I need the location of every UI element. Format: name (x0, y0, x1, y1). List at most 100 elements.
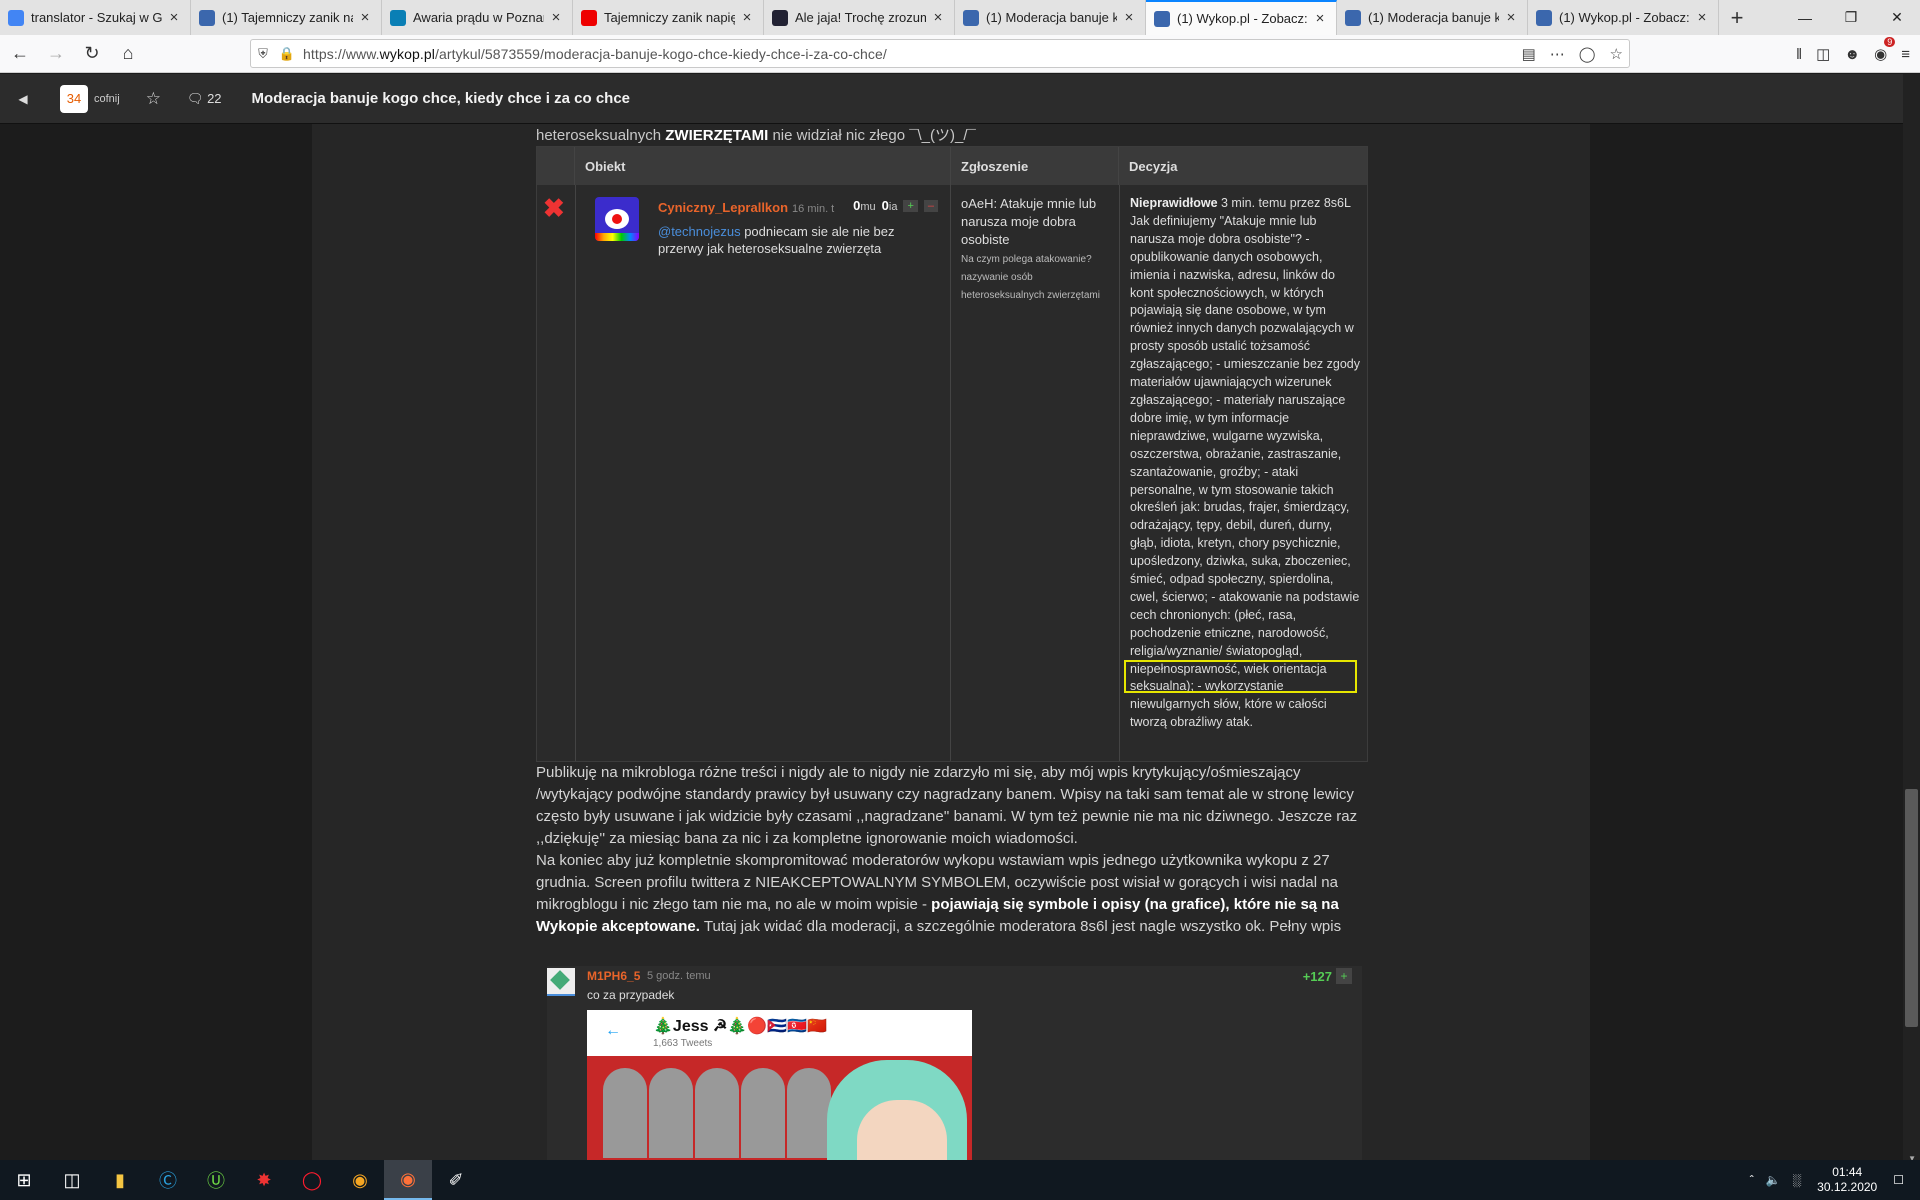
column-decision: Decyzja (1118, 147, 1367, 185)
browser-tab[interactable]: (1) Moderacja banuje ko × (955, 0, 1146, 35)
decision-meta: 3 min. temu przez 8s6L (1217, 196, 1351, 210)
ccleaner-icon[interactable]: Ⓒ (144, 1160, 192, 1200)
vote-box[interactable]: 34 cofnij (60, 84, 120, 113)
library-icon[interactable]: ‖ (1796, 46, 1802, 63)
upwork-icon[interactable]: Ⓤ (192, 1160, 240, 1200)
comments-count-value: 22 (207, 90, 222, 106)
tab-strip: translator - Szukaj w Goo×(1) Tajemniczy… (0, 0, 1920, 35)
sidebar-icon[interactable]: ◫ (1816, 45, 1830, 63)
browser-tab[interactable]: (1) Tajemniczy zanik nap × (191, 0, 382, 35)
browser-tab[interactable]: translator - Szukaj w Goo × (0, 0, 191, 35)
url-bar[interactable]: ⛨ 🔒 https://www.wykop.pl/artykul/5873559… (250, 39, 1630, 68)
reload-button[interactable]: ↻ (76, 38, 108, 70)
windows-start-icon[interactable]: ⊞ (0, 1160, 48, 1200)
extension-icon[interactable]: ◉ 9 (1874, 37, 1896, 63)
entry-time: 16 min. t (792, 203, 835, 215)
browser-tab[interactable]: (1) Wykop.pl - Zobacz: N × (1146, 0, 1337, 35)
embed-author[interactable]: M1PH6_5 (587, 969, 640, 983)
paint-icon[interactable]: ✐ (432, 1160, 480, 1200)
plus-icon: + (903, 199, 918, 212)
comments-count[interactable]: 🗨 22 (187, 91, 222, 107)
vpn-icon[interactable]: ◉ (336, 1160, 384, 1200)
tab-label: Awaria prądu w Poznani (413, 10, 544, 25)
new-tab-button[interactable]: + (1719, 0, 1755, 35)
decision-status: Nieprawidłowe (1130, 196, 1218, 210)
close-tab-icon[interactable]: × (930, 9, 946, 26)
table-row: ✖ Cyniczny_Leprallkon 16 min. t 0mu 0ia +… (537, 185, 1367, 761)
network-icon[interactable]: ░ (1793, 1173, 1802, 1187)
minus-icon: – (923, 199, 938, 212)
pocket-icon[interactable]: ◯ (1579, 45, 1596, 63)
account-icon[interactable]: ☻ (1844, 46, 1860, 63)
clock-date: 30.12.2020 (1817, 1180, 1878, 1194)
decision-text: Jak definiujemy "Atakuje mnie lub narusz… (1130, 213, 1360, 730)
tray-chevron-icon[interactable]: ˆ (1750, 1173, 1754, 1187)
close-tab-icon[interactable]: × (357, 9, 373, 26)
browser-tab[interactable]: Tajemniczy zanik napięci × (573, 0, 764, 35)
close-tab-icon[interactable]: × (166, 9, 182, 26)
embedded-entry: M1PH6_5 5 godz. temu +127 + co za przypa… (547, 966, 1362, 1160)
opera-icon[interactable]: ◯ (288, 1160, 336, 1200)
lock-icon[interactable]: 🔒 (275, 46, 299, 62)
forward-button[interactable]: → (40, 38, 72, 70)
window-controls: — ❐ ✕ (1782, 0, 1920, 35)
close-tab-icon[interactable]: × (548, 9, 564, 26)
news-icon (390, 9, 406, 26)
browser-tab[interactable]: Ale jaja! Trochę zrozumie × (764, 0, 955, 35)
back-arrow-icon[interactable]: ◀ (0, 92, 46, 106)
embed-time: 5 godz. temu (647, 970, 711, 982)
page-actions-icon[interactable]: ⋯ (1550, 45, 1565, 63)
lead-text: heteroseksualnych ZWIERZĘTAMI nie widzia… (536, 127, 976, 144)
home-button[interactable]: ⌂ (112, 38, 144, 70)
tab-label: (1) Tajemniczy zanik nap (222, 10, 353, 25)
entry-author[interactable]: Cyniczny_Leprallkon (658, 200, 788, 215)
minimize-icon[interactable]: — (1782, 0, 1828, 35)
tab-label: Tajemniczy zanik napięci (604, 10, 735, 25)
scrollbar-thumb[interactable] (1905, 789, 1918, 1027)
browser-tab[interactable]: (1) Wykop.pl - Zobacz: N × (1528, 0, 1719, 35)
tab-label: (1) Moderacja banuje ko (1368, 10, 1499, 25)
close-window-icon[interactable]: ✕ (1874, 0, 1920, 35)
maximize-icon[interactable]: ❐ (1828, 0, 1874, 35)
task-view-icon[interactable]: ◫ (48, 1160, 96, 1200)
decision-cell: Nieprawidłowe 3 min. temu przez 8s6L Jak… (1130, 195, 1362, 732)
avatar[interactable] (547, 968, 575, 996)
table-header-row: Obiekt Zgłoszenie Decyzja (537, 147, 1367, 185)
navigation-bar: ← → ↻ ⌂ ⛨ 🔒 https://www.wykop.pl/artykul… (0, 35, 1920, 73)
volume-icon[interactable]: 🔈 (1766, 1173, 1781, 1187)
plus-vote-button[interactable]: + (1336, 968, 1352, 984)
article-header: ◀ 34 cofnij ☆ 🗨 22 Moderacja banuje kogo… (0, 74, 1920, 124)
page-scrollbar[interactable]: ▼ (1903, 74, 1920, 1163)
tab-label: translator - Szukaj w Goo (31, 10, 162, 25)
menu-icon[interactable]: ≡ (1901, 46, 1910, 63)
firefox-icon[interactable]: ◉ (384, 1160, 432, 1200)
close-tab-icon[interactable]: × (739, 9, 755, 26)
bookmark-star-icon[interactable]: ☆ (1610, 45, 1623, 63)
table-header-empty (537, 147, 575, 185)
close-tab-icon[interactable]: × (1503, 9, 1519, 26)
close-tab-icon[interactable]: × (1312, 10, 1328, 27)
vote-count[interactable]: 34 (60, 84, 88, 113)
back-button[interactable]: ← (4, 38, 36, 70)
clock[interactable]: 01:44 30.12.2020 (1817, 1165, 1877, 1195)
shield-icon[interactable]: ⛨ (251, 46, 275, 62)
embedded-image[interactable]: ← 🎄Jess ☭🎄🔴🇨🇺🇰🇵🇨🇳 1,663 Tweets (587, 1010, 972, 1160)
browser-tab[interactable]: (1) Moderacja banuje ko × (1337, 0, 1528, 35)
notifications-icon[interactable]: ☐ (1893, 1173, 1904, 1187)
favorite-star-icon[interactable]: ☆ (146, 89, 161, 109)
rejected-x-icon: ✖ (543, 193, 565, 223)
reader-view-icon[interactable]: ▤ (1522, 45, 1536, 63)
google-icon (8, 9, 24, 26)
close-tab-icon[interactable]: × (1694, 9, 1710, 26)
report-reason: oAeH: Atakuje mnie lub narusza moje dobr… (961, 196, 1097, 247)
file-explorer-icon[interactable]: ▮ (96, 1160, 144, 1200)
column-report: Zgłoszenie (950, 147, 1118, 185)
undo-vote-link[interactable]: cofnij (94, 93, 120, 105)
taskbar: ⊞ ◫ ▮ Ⓒ Ⓤ ✸ ◯ ◉ ◉ ✐ ˆ 🔈 ░ 01:44 30.12.20… (0, 1160, 1920, 1200)
column-object: Obiekt (585, 158, 626, 174)
game-app-icon[interactable]: ✸ (240, 1160, 288, 1200)
paragraph: Publikuję na mikrobloga różne treści i n… (536, 764, 1358, 847)
url-text[interactable]: https://www.wykop.pl/artykul/5873559/mod… (303, 46, 887, 62)
browser-tab[interactable]: Awaria prądu w Poznani × (382, 0, 573, 35)
close-tab-icon[interactable]: × (1121, 9, 1137, 26)
